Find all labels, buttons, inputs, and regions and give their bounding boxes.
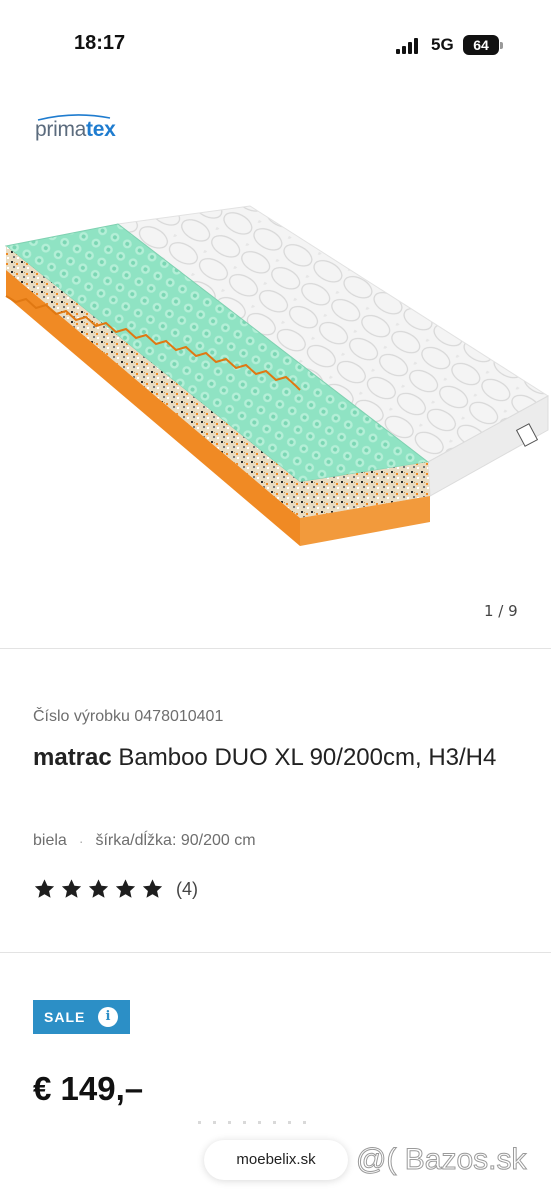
product-title-type: matrac xyxy=(33,744,112,771)
product-title-name: Bamboo DUO XL 90/200cm, H3/H4 xyxy=(111,744,497,771)
product-attributes: biela · šírka/dĺžka: 90/200 cm xyxy=(33,832,256,850)
product-image[interactable] xyxy=(0,200,551,560)
rating[interactable]: (4) xyxy=(33,878,198,900)
product-dimensions: šírka/dĺžka: 90/200 cm xyxy=(95,832,256,849)
sale-badge[interactable]: SALE i xyxy=(33,1000,130,1034)
image-counter: 1 / 9 xyxy=(484,602,518,620)
signal-icon xyxy=(396,38,422,54)
watermark: @( Bazos.sk xyxy=(356,1143,527,1177)
faded-text-fragment xyxy=(198,1121,306,1124)
browser-url-bar[interactable]: moebelix.sk xyxy=(204,1140,348,1180)
status-time: 18:17 xyxy=(74,32,126,54)
attribute-separator: · xyxy=(78,833,84,849)
network-label: 5G xyxy=(431,35,454,54)
star-icon xyxy=(142,879,163,898)
section-divider xyxy=(0,952,551,953)
star-icon xyxy=(115,879,136,898)
brand-logo-part2: tex xyxy=(86,118,116,141)
star-icon xyxy=(88,879,109,898)
product-number: Číslo výrobku 0478010401 xyxy=(33,708,224,725)
info-icon[interactable]: i xyxy=(98,1007,118,1027)
rating-count: (4) xyxy=(176,878,198,899)
price: € 149,– xyxy=(33,1070,144,1107)
brand-logo: primatex xyxy=(35,118,116,142)
star-icon xyxy=(34,879,55,898)
sale-badge-label: SALE xyxy=(44,1009,86,1025)
status-bar: 18:17 5G 64 xyxy=(0,0,551,90)
brand-logo-part1: prima xyxy=(35,118,87,141)
product-title: matrac Bamboo DUO XL 90/200cm, H3/H4 xyxy=(33,740,513,775)
battery-cap xyxy=(500,42,503,49)
section-divider xyxy=(0,648,551,649)
star-icon xyxy=(61,879,82,898)
product-color: biela xyxy=(33,832,67,849)
battery-icon: 64 xyxy=(463,35,499,55)
